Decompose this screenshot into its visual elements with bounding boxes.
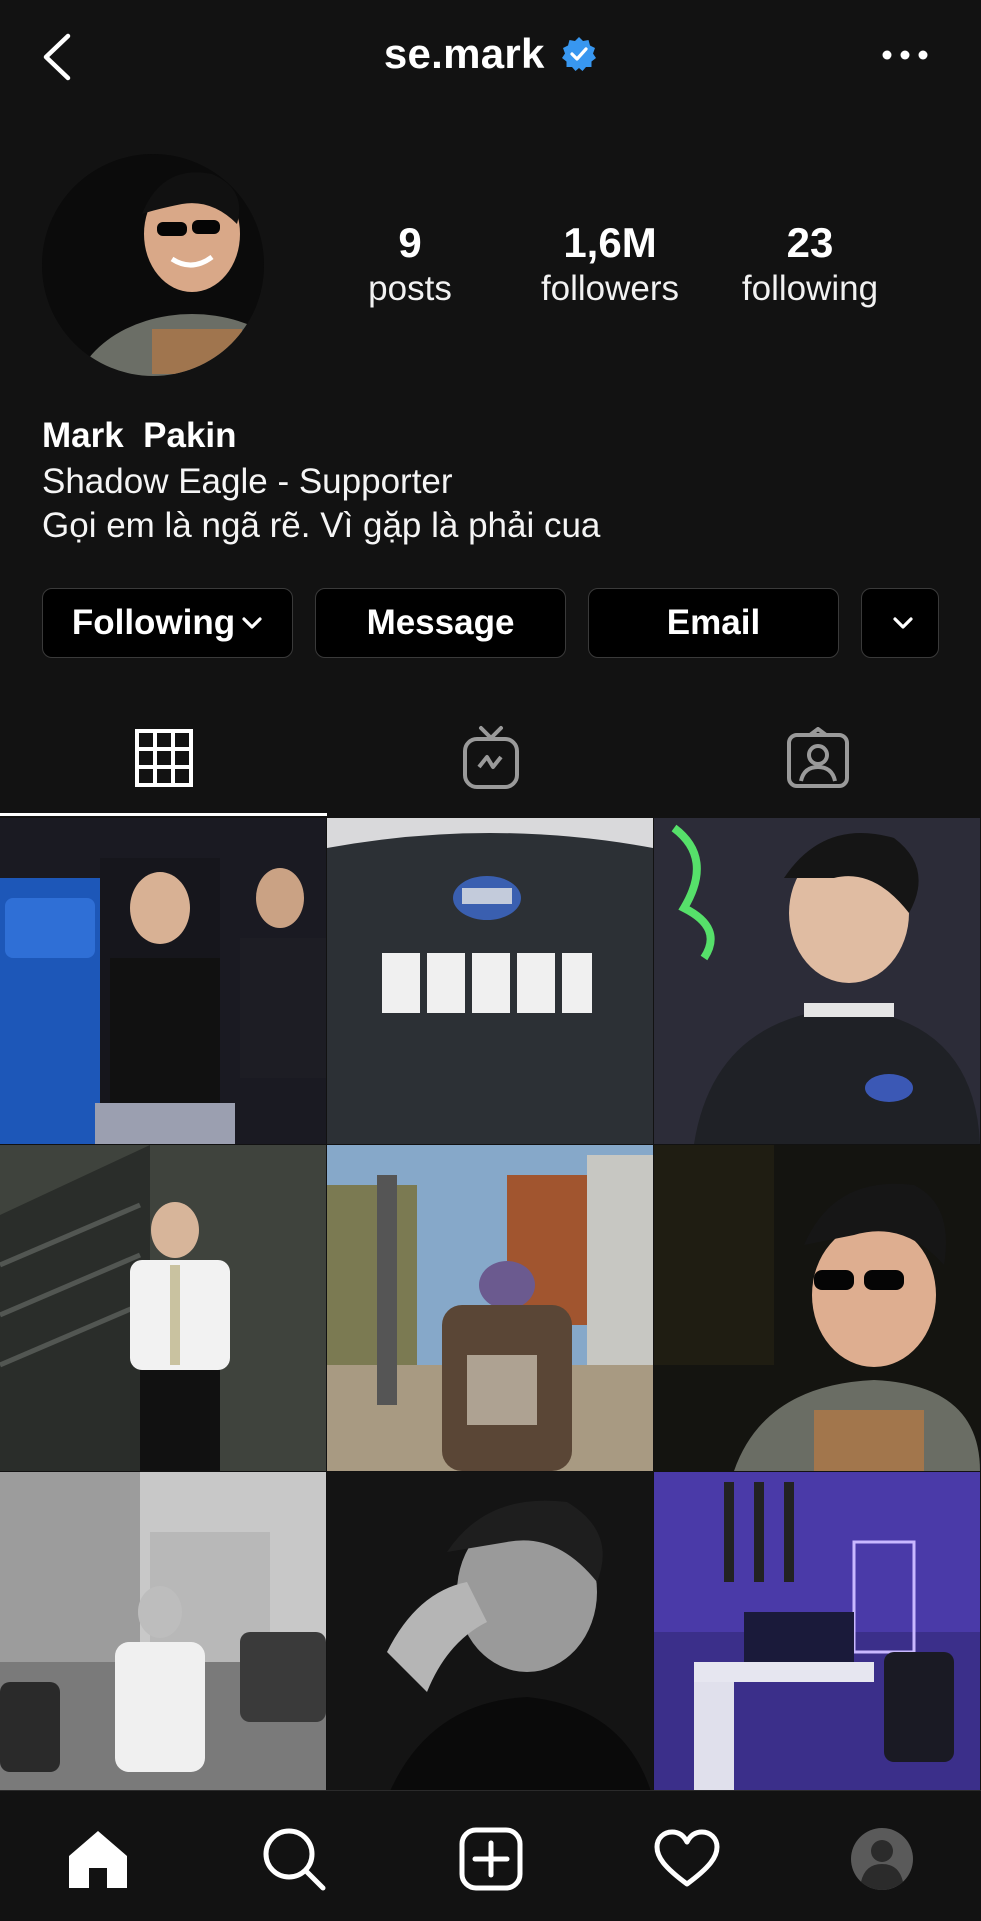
following-stat[interactable]: 23 following: [720, 218, 900, 310]
verified-badge-icon: [562, 37, 597, 71]
posts-count: 9: [398, 219, 422, 266]
chevron-down-icon: [242, 617, 262, 629]
bio-line-1: Shadow Eagle - Supporter: [42, 462, 453, 501]
followers-label: followers: [540, 269, 680, 308]
post-thumbnail[interactable]: [654, 1145, 980, 1471]
display-name: Mark Pakin: [42, 416, 237, 455]
post-thumbnail[interactable]: [327, 1472, 653, 1798]
post-thumbnail[interactable]: [654, 1472, 980, 1798]
following-button[interactable]: Following: [42, 588, 293, 658]
profile-tabs: [0, 700, 981, 816]
bottom-navigation: [0, 1790, 981, 1921]
nav-search[interactable]: [254, 1819, 334, 1899]
profile-title: se.mark: [0, 30, 981, 90]
igtv-icon: [462, 726, 519, 789]
suggested-accounts-button[interactable]: [861, 588, 939, 658]
email-button-label: Email: [666, 603, 761, 642]
followers-stat[interactable]: 1,6M followers: [520, 218, 700, 310]
message-button[interactable]: Message: [315, 588, 566, 658]
grid-icon: [134, 729, 193, 787]
post-thumbnail[interactable]: [654, 818, 980, 1144]
profile-bio: Mark Pakin Shadow Eagle - Supporter Gọi …: [42, 412, 942, 548]
profile-avatar-icon: [851, 1828, 913, 1890]
activity-heart-icon: [654, 1829, 720, 1887]
following-button-label: Following: [71, 603, 236, 642]
active-tab-indicator: [0, 813, 327, 816]
chevron-down-icon: [893, 617, 913, 629]
tab-tagged[interactable]: [654, 700, 981, 816]
posts-grid: [0, 818, 981, 1798]
following-count: 23: [786, 219, 834, 266]
following-label: following: [741, 269, 879, 308]
followers-count: 1,6M: [563, 219, 657, 266]
tagged-icon: [786, 727, 849, 788]
post-thumbnail[interactable]: [0, 1145, 326, 1471]
tab-posts-grid[interactable]: [0, 700, 327, 816]
create-icon: [459, 1827, 523, 1891]
nav-activity[interactable]: [647, 1819, 727, 1899]
username: se.mark: [383, 30, 545, 77]
bio-line-2: Gọi em là ngã rẽ. Vì gặp là phải cua: [42, 506, 601, 545]
search-icon: [263, 1828, 326, 1891]
profile-avatar[interactable]: [42, 154, 264, 376]
nav-home[interactable]: [58, 1819, 138, 1899]
more-horizontal-icon: [882, 50, 928, 60]
nav-profile[interactable]: [842, 1819, 922, 1899]
posts-label: posts: [368, 269, 452, 308]
top-bar: se.mark: [0, 0, 981, 118]
message-button-label: Message: [366, 603, 515, 642]
post-thumbnail[interactable]: [327, 818, 653, 1144]
home-icon: [69, 1831, 127, 1888]
post-thumbnail[interactable]: [0, 818, 326, 1144]
posts-stat: 9 posts: [320, 218, 500, 310]
post-thumbnail[interactable]: [327, 1145, 653, 1471]
more-options-button[interactable]: [880, 40, 930, 70]
post-thumbnail[interactable]: [0, 1472, 326, 1798]
nav-create-post[interactable]: [451, 1819, 531, 1899]
email-button[interactable]: Email: [588, 588, 839, 658]
tab-igtv[interactable]: [327, 700, 654, 816]
